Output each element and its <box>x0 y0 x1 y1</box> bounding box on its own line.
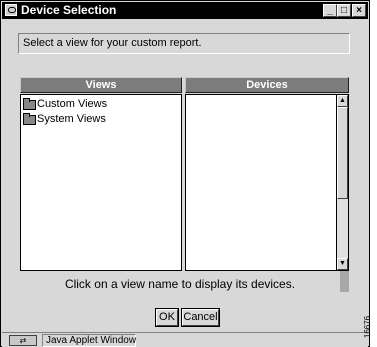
devices-list[interactable] <box>185 94 337 271</box>
close-icon[interactable]: × <box>352 4 366 17</box>
tree-item-label: Custom Views <box>37 98 108 110</box>
title-bar[interactable]: Device Selection _ □ × <box>2 2 368 19</box>
scroll-thumb[interactable] <box>337 107 348 199</box>
tree-item-system-views[interactable]: System Views <box>23 112 106 126</box>
scrollbar-extension <box>340 271 349 292</box>
window-menu-icon[interactable] <box>5 4 17 16</box>
folder-icon <box>23 98 36 110</box>
views-column-header: Views <box>20 77 182 93</box>
instruction-text: Select a view for your custom report. <box>23 37 202 49</box>
ok-button[interactable]: OK <box>155 308 179 327</box>
cancel-button[interactable]: Cancel <box>181 308 220 327</box>
scroll-down-icon[interactable]: ▼ <box>337 258 348 270</box>
scroll-up-icon[interactable]: ▲ <box>337 95 348 107</box>
window-title: Device Selection <box>21 3 117 17</box>
tree-item-label: System Views <box>37 113 106 125</box>
tree-item-custom-views[interactable]: Custom Views <box>23 97 107 111</box>
applet-warning-icon: ⇄ <box>9 335 37 346</box>
figure-number: 16676 <box>363 312 377 342</box>
minimize-icon[interactable]: _ <box>323 4 337 17</box>
device-selection-window: Device Selection _ □ × Select a view for… <box>0 0 370 347</box>
applet-window-label: Java Applet Window <box>42 334 136 347</box>
figure-number-text: 16676 <box>363 315 373 339</box>
hint-text: Click on a view name to display its devi… <box>64 277 296 291</box>
views-tree[interactable]: Custom Views System Views <box>20 94 182 271</box>
instruction-panel: Select a view for your custom report. <box>18 33 350 54</box>
devices-column-header: Devices <box>185 77 349 93</box>
devices-scrollbar[interactable]: ▲ ▼ <box>337 94 349 271</box>
maximize-icon[interactable]: □ <box>337 4 351 17</box>
status-bar: ⇄ Java Applet Window <box>2 332 368 347</box>
folder-icon <box>23 113 36 125</box>
